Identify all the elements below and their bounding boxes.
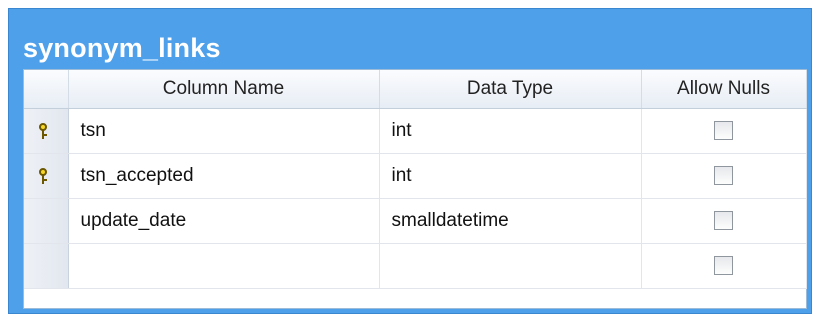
column-name-cell[interactable]: tsn_accepted bbox=[68, 153, 380, 199]
row-selector[interactable] bbox=[24, 243, 69, 289]
allow-nulls-header[interactable]: Allow Nulls bbox=[641, 70, 807, 109]
table-designer-window: synonym_links Column Name Data Type Allo… bbox=[8, 8, 812, 314]
grid-header-row: Column Name Data Type Allow Nulls bbox=[24, 70, 807, 109]
table-title: synonym_links bbox=[23, 33, 221, 63]
column-name-cell[interactable]: tsn bbox=[68, 108, 380, 154]
primary-key-icon bbox=[38, 167, 48, 184]
table-row[interactable]: tsn_accepted int bbox=[24, 153, 807, 199]
allow-nulls-checkbox[interactable] bbox=[714, 211, 733, 231]
allow-nulls-checkbox[interactable] bbox=[714, 166, 733, 186]
data-type-cell[interactable]: int bbox=[379, 108, 642, 154]
column-name-cell[interactable]: update_date bbox=[68, 198, 380, 244]
primary-key-icon bbox=[38, 122, 48, 139]
data-type-cell[interactable]: int bbox=[379, 153, 642, 199]
allow-nulls-cell bbox=[641, 243, 807, 289]
data-type-cell[interactable] bbox=[379, 243, 642, 289]
allow-nulls-checkbox[interactable] bbox=[714, 121, 733, 141]
table-row[interactable] bbox=[24, 243, 807, 289]
row-selector[interactable] bbox=[24, 153, 69, 199]
allow-nulls-checkbox[interactable] bbox=[714, 256, 733, 276]
row-selector[interactable] bbox=[24, 108, 69, 154]
row-selector[interactable] bbox=[24, 198, 69, 244]
columns-grid: Column Name Data Type Allow Nulls tsn in… bbox=[23, 69, 807, 309]
column-name-header[interactable]: Column Name bbox=[68, 70, 380, 109]
allow-nulls-cell bbox=[641, 198, 807, 244]
column-name-cell[interactable] bbox=[68, 243, 380, 289]
data-type-cell[interactable]: smalldatetime bbox=[379, 198, 642, 244]
table-row[interactable]: tsn int bbox=[24, 108, 807, 154]
row-selector-header bbox=[24, 70, 69, 109]
data-type-header[interactable]: Data Type bbox=[379, 70, 642, 109]
table-row[interactable]: update_date smalldatetime bbox=[24, 198, 807, 244]
allow-nulls-cell bbox=[641, 108, 807, 154]
allow-nulls-cell bbox=[641, 153, 807, 199]
